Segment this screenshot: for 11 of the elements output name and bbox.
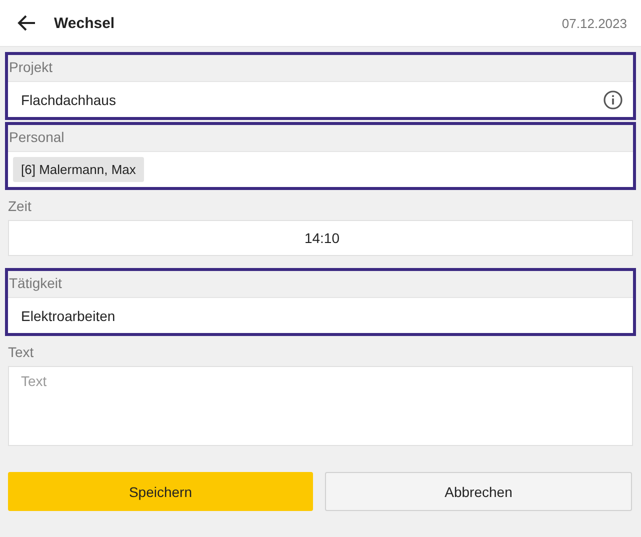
- time-field[interactable]: 14:10: [8, 220, 633, 256]
- chip-field[interactable]: [6] Malermann, Max: [8, 151, 633, 187]
- input-field[interactable]: Elektroarbeiten: [8, 297, 633, 333]
- save-button[interactable]: Speichern: [8, 472, 313, 511]
- info-icon[interactable]: [603, 90, 623, 110]
- page-title: Wechsel: [54, 14, 116, 32]
- date-label: 07.12.2023: [562, 16, 627, 30]
- text-area[interactable]: Text: [8, 366, 633, 446]
- input-field[interactable]: Flachdachhaus: [8, 81, 633, 117]
- person-chip[interactable]: [6] Malermann, Max: [13, 157, 144, 182]
- cancel-button[interactable]: Abbrechen: [325, 472, 632, 511]
